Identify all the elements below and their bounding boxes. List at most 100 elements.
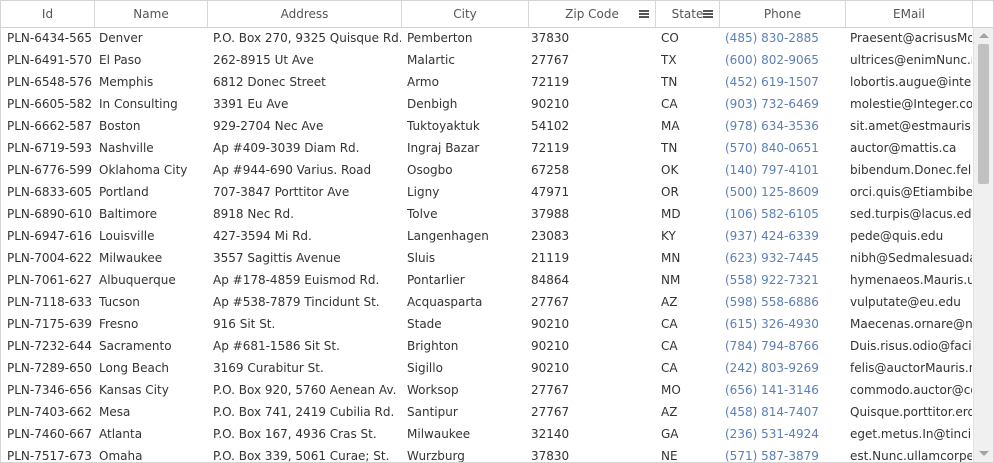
column-menu-icon[interactable] [703,10,713,18]
table-row[interactable]: PLN-7175-639 Fresno 916 Sit St. Stade 90210 C… [1,313,973,335]
cell-state: OK [661,163,679,177]
cell-city: Tuktoyaktuk [407,119,480,133]
column-header-zip-code[interactable]: Zip Code [529,1,656,27]
cell-address: P.O. Box 167, 4936 Cras St. [213,427,377,441]
cell-id: PLN-7175-639 [7,317,93,331]
table-row[interactable]: PLN-6776-599 Oklahoma City Ap #944-690 Var… [1,159,973,181]
table-row[interactable]: PLN-7061-627 Albuquerque Ap #178-4859 Euis… [1,269,973,291]
column-header-id[interactable]: Id [1,1,95,27]
table-row[interactable]: PLN-7346-656 Kansas City P.O. Box 920, 576… [1,379,973,401]
cell-phone: (570) 840-0651 [725,141,819,155]
column-header-address[interactable]: Address [208,1,402,27]
cell-zip-code: 32140 [531,427,570,441]
cell-email: felis@auctorMauris.n [850,361,972,375]
cell-phone: (937) 424-6339 [725,229,819,243]
column-header-email[interactable]: EMail [846,1,973,27]
cell-zip-code: 72119 [531,75,570,89]
cell-city: Brighton [407,339,459,353]
cell-zip-code: 90210 [531,361,570,375]
cell-state: AZ [661,295,678,309]
cell-state: MA [661,119,680,133]
column-header-name[interactable]: Name [95,1,208,27]
cell-phone: (784) 794-8766 [725,339,819,353]
cell-state: KY [661,229,676,243]
cell-email: hymenaeos.Mauris.u [850,273,972,287]
cell-email: nibh@Sedmalesuada [850,251,972,265]
column-header-label: Id [41,7,54,21]
cell-email: sed.turpis@lacus.edu [850,207,972,221]
cell-zip-code: 90210 [531,97,570,111]
table-row[interactable]: PLN-7403-662 Mesa P.O. Box 741, 2419 Cubil… [1,401,973,423]
cell-state: GA [661,427,679,441]
cell-id: PLN-7289-650 [7,361,93,375]
cell-id: PLN-7004-622 [7,251,93,265]
scroll-up-arrow-icon[interactable] [979,33,989,38]
cell-city: Pontarlier [407,273,465,287]
cell-id: PLN-7118-633 [7,295,93,309]
cell-name: Sacramento [99,339,172,353]
cell-email: commodo.auctor@co [850,383,972,397]
column-header-state[interactable]: State [656,1,720,27]
column-header-phone[interactable]: Phone [720,1,846,27]
cell-email: Duis.risus.odio@facil [850,339,972,353]
cell-address: P.O. Box 339, 5061 Curae; St. [213,449,390,462]
cell-city: Osogbo [407,163,453,177]
table-row[interactable]: PLN-6434-565 Denver P.O. Box 270, 9325 Qui… [1,27,973,49]
cell-email: bibendum.Donec.feli [850,163,972,177]
cell-city: Stade [407,317,442,331]
cell-address: 262-8915 Ut Ave [213,53,314,67]
cell-name: Omaha [99,449,143,462]
cell-address: P.O. Box 270, 9325 Quisque Rd. [213,31,401,45]
table-row[interactable]: PLN-7118-633 Tucson Ap #538-7879 Tincidunt… [1,291,973,313]
cell-phone: (236) 531-4924 [725,427,819,441]
cell-state: CA [661,339,678,353]
cell-state: MN [661,251,681,265]
table-row[interactable]: PLN-6833-605 Portland 707-3847 Porttitor A… [1,181,973,203]
cell-phone: (623) 932-7445 [725,251,819,265]
cell-state: TN [661,75,678,89]
column-menu-icon[interactable] [639,10,649,18]
cell-state: CO [661,31,679,45]
cell-id: PLN-7232-644 [7,339,93,353]
vertical-scrollbar[interactable] [973,27,993,462]
grid-header: Id Name Address City Zip Code State Phone EMail [1,1,973,28]
cell-email: pede@quis.edu [850,229,944,243]
table-row[interactable]: PLN-7460-667 Atlanta P.O. Box 167, 4936 Cr… [1,423,973,445]
cell-email: Praesent@acrisusMo [850,31,972,45]
cell-city: Worksop [407,383,459,397]
cell-email: orci.quis@Etiambiben [850,185,972,199]
cell-name: Oklahoma City [99,163,188,177]
table-row[interactable]: PLN-6662-587 Boston 929-2704 Nec Ave Tuktoy… [1,115,973,137]
column-header-city[interactable]: City [402,1,529,27]
table-row[interactable]: PLN-6719-593 Nashville Ap #409-3039 Diam R… [1,137,973,159]
cell-id: PLN-6662-587 [7,119,93,133]
cell-zip-code: 47971 [531,185,570,199]
table-row[interactable]: PLN-7517-673 Omaha P.O. Box 339, 5061 Cura… [1,445,973,462]
cell-city: Denbigh [407,97,458,111]
cell-email: vulputate@eu.edu [850,295,961,309]
table-row[interactable]: PLN-6947-616 Louisville 427-3594 Mi Rd. Lan… [1,225,973,247]
cell-zip-code: 27767 [531,383,570,397]
cell-name: Fresno [99,317,139,331]
table-row[interactable]: PLN-6605-582 In Consulting 3391 Eu Ave Denb… [1,93,973,115]
scroll-down-arrow-icon[interactable] [979,451,989,456]
cell-id: PLN-7517-673 [7,449,93,462]
cell-state: NE [661,449,678,462]
cell-state: AZ [661,405,678,419]
cell-phone: (598) 558-6886 [725,295,819,309]
table-row[interactable]: PLN-6890-610 Baltimore 8918 Nec Rd. Tolve 37… [1,203,973,225]
cell-zip-code: 23083 [531,229,570,243]
table-row[interactable]: PLN-7232-644 Sacramento Ap #681-1586 Sit S… [1,335,973,357]
cell-name: Mesa [99,405,131,419]
table-row[interactable]: PLN-7289-650 Long Beach 3169 Curabitur St.… [1,357,973,379]
cell-phone: (656) 141-3146 [725,383,819,397]
table-row[interactable]: PLN-6491-570 El Paso 262-8915 Ut Ave Malart… [1,49,973,71]
cell-name: Atlanta [99,427,143,441]
cell-address: 3169 Curabitur St. [213,361,324,375]
table-row[interactable]: PLN-7004-622 Milwaukee 3557 Sagittis Avenu… [1,247,973,269]
table-row[interactable]: PLN-6548-576 Memphis 6812 Donec Street Armo… [1,71,973,93]
cell-email: ultrices@enimNunc.n [850,53,972,67]
cell-address: Ap #178-4859 Euismod Rd. [213,273,380,287]
scrollbar-thumb[interactable] [978,44,989,184]
cell-state: CA [661,317,678,331]
